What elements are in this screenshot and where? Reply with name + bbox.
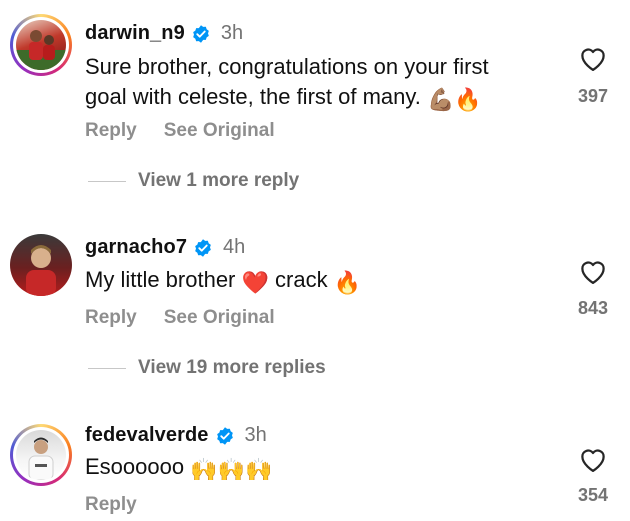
like-count: 354 bbox=[577, 485, 608, 505]
username[interactable]: darwin_n9 bbox=[85, 22, 185, 45]
comment-meta: fedevalverde 3h bbox=[85, 424, 267, 447]
comment-text-line: goal with celeste, the first of many. 💪🏽… bbox=[85, 82, 489, 115]
divider-line bbox=[88, 180, 126, 182]
comment-actions: Reply See Original bbox=[85, 307, 275, 329]
fire-emoji: 🔥 bbox=[333, 270, 362, 295]
comment-text-fragment: crack bbox=[275, 267, 328, 292]
verified-badge-icon bbox=[195, 238, 211, 257]
reply-button[interactable]: Reply bbox=[85, 120, 137, 142]
comment-text-fragment: goal with celeste, the first of many. bbox=[85, 84, 421, 109]
avatar[interactable] bbox=[10, 234, 72, 296]
timestamp: 3h bbox=[244, 424, 267, 446]
comment-text: My little brother ❤️ crack 🔥 bbox=[85, 265, 361, 298]
username[interactable]: fedevalverde bbox=[85, 424, 209, 447]
view-more-replies-label: View 1 more reply bbox=[138, 170, 300, 191]
view-more-replies-label: View 19 more replies bbox=[138, 357, 326, 378]
see-original-button[interactable]: See Original bbox=[164, 307, 275, 329]
avatar[interactable] bbox=[10, 424, 72, 486]
comment-text-line: Sure brother, congratulations on your fi… bbox=[85, 54, 489, 79]
comment-meta: garnacho7 4h bbox=[85, 236, 245, 259]
comment-meta: darwin_n9 3h bbox=[85, 22, 243, 45]
username[interactable]: garnacho7 bbox=[85, 236, 187, 259]
like-heart-icon[interactable] bbox=[578, 445, 608, 473]
like-count: 843 bbox=[577, 298, 608, 318]
raising-hands-emoji: 🙌🙌🙌 bbox=[190, 457, 273, 482]
timestamp: 4h bbox=[223, 236, 246, 258]
verified-badge-icon bbox=[192, 24, 209, 43]
view-more-replies-button[interactable]: View 1 more reply bbox=[88, 170, 299, 192]
comment-text-fragment: Esoooooo bbox=[85, 454, 185, 479]
comment-actions: Reply See Original bbox=[85, 120, 275, 142]
comment-actions: Reply bbox=[85, 494, 137, 516]
divider-line bbox=[88, 367, 126, 369]
verified-badge-icon bbox=[216, 426, 233, 445]
reply-button[interactable]: Reply bbox=[85, 494, 137, 516]
see-original-button[interactable]: See Original bbox=[164, 120, 275, 142]
timestamp: 3h bbox=[220, 22, 244, 44]
view-more-replies-button[interactable]: View 19 more replies bbox=[88, 357, 326, 379]
like-heart-icon[interactable] bbox=[578, 44, 608, 72]
comment-text: Sure brother, congratulations on your fi… bbox=[85, 52, 489, 115]
flexed-biceps-fire-emoji: 💪🏽🔥 bbox=[426, 87, 482, 112]
like-heart-icon[interactable] bbox=[578, 257, 608, 285]
reply-button[interactable]: Reply bbox=[85, 307, 137, 329]
avatar[interactable] bbox=[10, 14, 72, 76]
red-heart-emoji: ❤️ bbox=[241, 270, 269, 295]
like-count: 397 bbox=[577, 86, 608, 106]
comment-text: Esoooooo 🙌🙌🙌 bbox=[85, 452, 272, 485]
comment-text-fragment: My little brother bbox=[85, 267, 236, 292]
